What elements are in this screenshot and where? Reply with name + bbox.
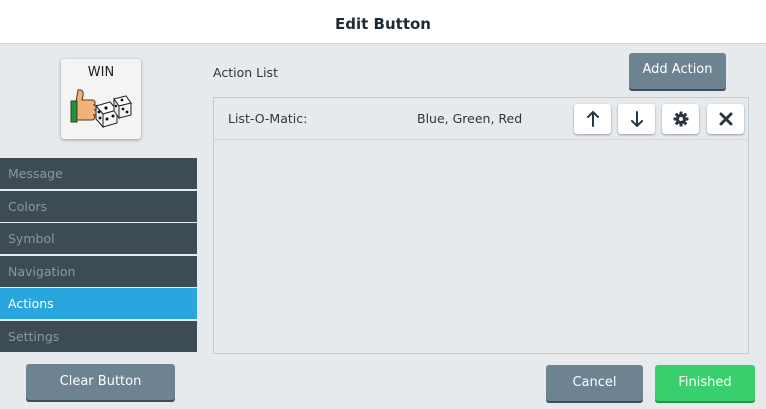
sidebar: WIN Message Colors Symbol Navigation Act… — [0, 44, 206, 409]
main-panel: Action List Add Action List-O-Matic: Blu… — [197, 44, 766, 409]
action-name: List-O-Matic: — [228, 111, 308, 126]
gear-icon — [673, 111, 688, 127]
dialog-titlebar: Edit Button — [0, 0, 766, 44]
close-icon — [719, 112, 732, 126]
action-list: List-O-Matic: Blue, Green, Red — [213, 97, 749, 354]
sidebar-item-message[interactable]: Message — [0, 158, 197, 189]
action-settings-button[interactable] — [662, 104, 699, 134]
thumbs-up-dice-icon — [70, 89, 132, 129]
finished-button[interactable]: Finished — [655, 365, 755, 401]
sidebar-item-label: Symbol — [8, 231, 55, 246]
sidebar-item-label: Colors — [8, 198, 48, 214]
action-value: Blue, Green, Red — [417, 111, 523, 126]
add-action-button[interactable]: Add Action — [629, 53, 726, 89]
move-down-button[interactable] — [618, 104, 655, 134]
cancel-button[interactable]: Cancel — [546, 365, 643, 401]
button-preview-label: WIN — [87, 65, 115, 80]
sidebar-nav: Message Colors Symbol Navigation Actions… — [0, 158, 206, 353]
edit-button-dialog: Edit Button WIN Message Colors Symbol Na… — [0, 0, 766, 409]
list-item[interactable]: List-O-Matic: Blue, Green, Red — [214, 98, 748, 140]
sidebar-item-colors[interactable]: Colors — [0, 190, 197, 222]
move-up-button[interactable] — [574, 104, 611, 134]
remove-action-button[interactable] — [707, 104, 744, 134]
sidebar-item-actions[interactable]: Actions — [0, 288, 206, 319]
action-list-heading: Action List — [213, 65, 278, 80]
sidebar-item-label: Actions — [8, 296, 54, 311]
sidebar-item-symbol[interactable]: Symbol — [0, 223, 197, 254]
clear-button[interactable]: Clear Button — [26, 364, 175, 400]
sidebar-item-navigation[interactable]: Navigation — [0, 255, 197, 287]
sidebar-item-label: Message — [8, 166, 63, 181]
arrow-up-icon — [586, 111, 599, 127]
arrow-down-icon — [630, 111, 643, 127]
sidebar-item-settings[interactable]: Settings — [0, 320, 197, 352]
sidebar-item-label: Navigation — [8, 263, 76, 279]
sidebar-item-label: Settings — [8, 328, 60, 344]
dialog-title: Edit Button — [335, 15, 431, 33]
button-preview[interactable]: WIN — [61, 59, 141, 139]
